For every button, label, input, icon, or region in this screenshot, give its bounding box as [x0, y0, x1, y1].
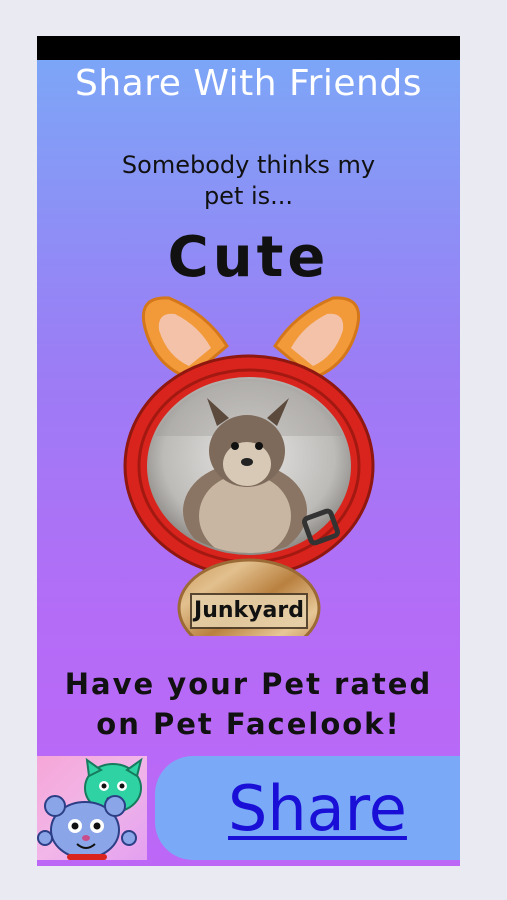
cat-ears-collar-frame-icon — [123, 296, 375, 658]
bottom-bar: Share — [37, 754, 460, 862]
share-button-label[interactable]: Share — [228, 772, 407, 845]
pet-name-label: Junkyard — [194, 598, 304, 623]
subtitle-text: Somebody thinks my pet is... — [121, 151, 376, 210]
rating-text: Cute — [167, 225, 330, 290]
promo-text: Have your Pet rated on Pet Facelook! — [64, 667, 433, 741]
app-screen: Share With Friends Somebody thinks my pe… — [37, 36, 460, 866]
pet-photo-frame: Junkyard — [107, 286, 397, 658]
status-bar — [37, 36, 460, 60]
cats-illustration-icon — [37, 757, 143, 860]
cartoon-cats-app-icon — [37, 756, 147, 860]
share-button[interactable]: Share — [155, 756, 460, 860]
page-title: Share With Friends — [75, 63, 422, 104]
